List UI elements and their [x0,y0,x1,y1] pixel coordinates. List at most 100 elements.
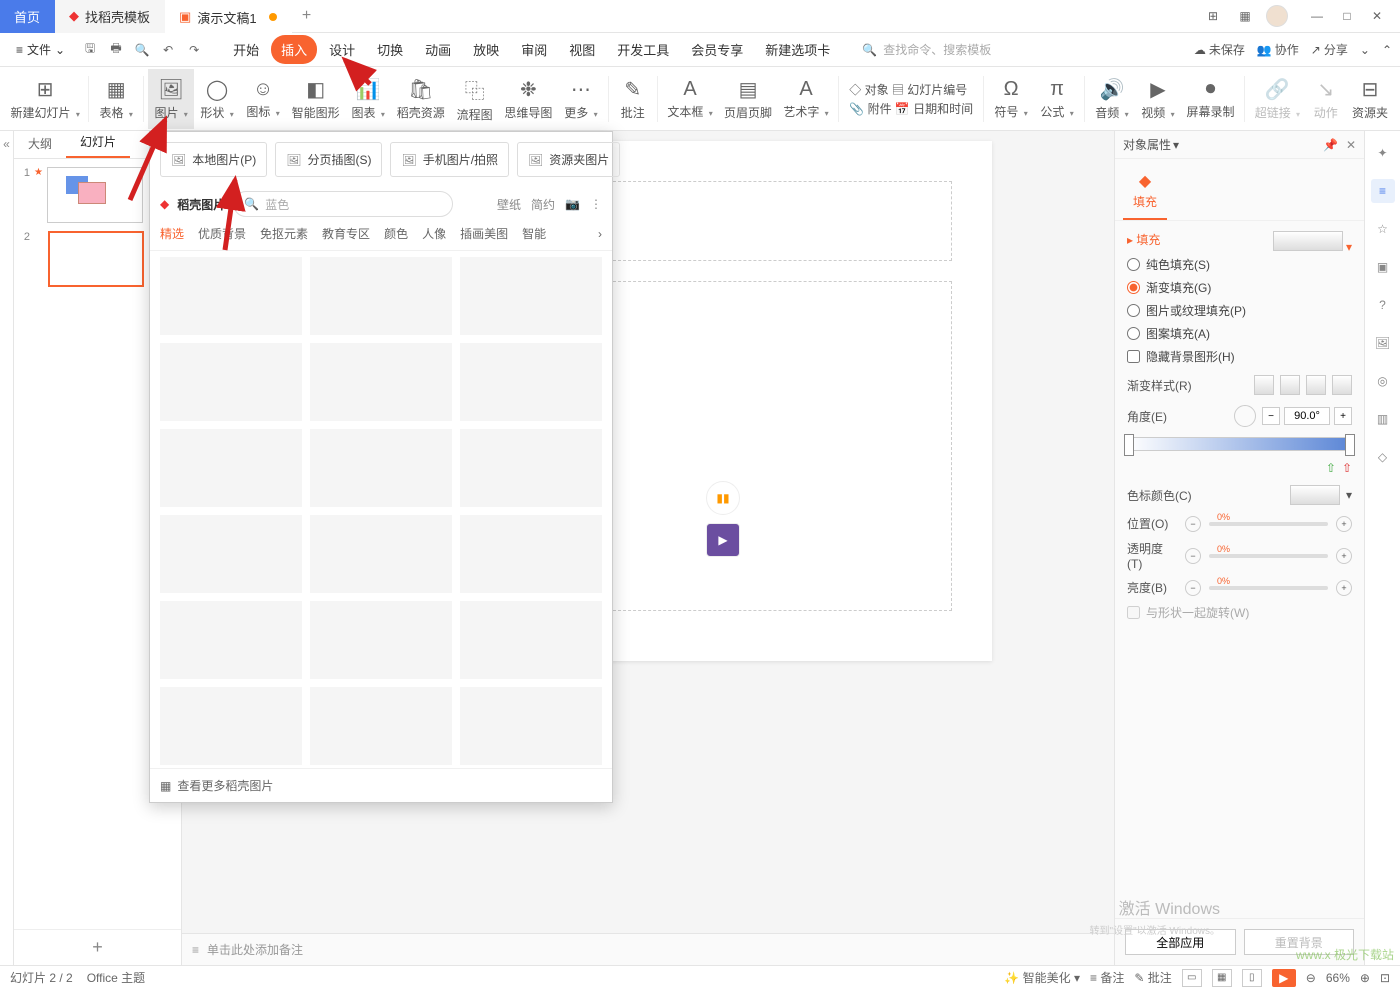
notes-bar[interactable]: ≡ 单击此处添加备注 [182,933,1114,965]
tab-add-button[interactable]: + [292,0,322,33]
camera-icon[interactable]: 📷 [565,197,580,211]
dd-footer-link[interactable]: ▦ 查看更多稻壳图片 [150,768,612,802]
menu-tab-插入[interactable]: 插入 [271,35,317,64]
beautify-button[interactable]: ✨ 智能美化 ▾ [1004,969,1080,986]
grad-sw1[interactable] [1254,375,1274,395]
menu-tab-新建选项卡[interactable]: 新建选项卡 [755,35,840,64]
grad-sw4[interactable] [1332,375,1352,395]
ribbon-flowchart[interactable]: ⿻流程图 [450,69,498,129]
rail-icon-4[interactable]: ▣ [1371,255,1395,279]
ribbon-header-footer[interactable]: ▤页眉页脚 [718,69,777,129]
ribbon-more[interactable]: ⋯更多 ▾ [558,69,604,129]
ribbon-icons[interactable]: ☺图标 ▾ [240,69,286,129]
collab-button[interactable]: 👥 协作 [1257,41,1299,58]
cat-7[interactable]: 智能 [522,225,546,242]
rail-icon-9[interactable]: ◇ [1371,445,1395,469]
angle-inc[interactable]: + [1334,407,1352,425]
add-slide-button[interactable]: + [14,929,181,965]
rail-icon-1[interactable]: ✦ [1371,141,1395,165]
image-cell[interactable] [160,343,302,421]
solid-fill-radio[interactable]: 纯色填充(S) [1127,256,1352,273]
image-cell[interactable] [460,429,602,507]
view-reading[interactable]: ▯ [1242,969,1262,987]
image-cell[interactable] [160,515,302,593]
cat-3[interactable]: 教育专区 [322,225,370,242]
object-button[interactable]: ◇ 对象 ▤ 幻灯片编号 [849,81,973,98]
opt-wallpaper[interactable]: 壁纸 [497,196,521,213]
picture-fill-radio[interactable]: 图片或纹理填充(P) [1127,302,1352,319]
ribbon-action[interactable]: ↘动作 [1306,69,1346,129]
image-cell[interactable] [160,601,302,679]
dd-phone-image[interactable]: 🖼手机图片/拍照 [390,142,509,177]
zoom-out[interactable]: ⊖ [1306,971,1316,985]
rail-icon-6[interactable]: 🖼 [1371,331,1395,355]
print-icon[interactable]: 🖶 [105,39,127,61]
share-button[interactable]: ↗ 分享 [1311,41,1348,58]
add-stop-icon[interactable]: ⇧ [1326,461,1336,475]
menu-tab-切换[interactable]: 切换 [367,35,413,64]
hide-bg-check[interactable]: 隐藏背景图形(H) [1127,348,1352,365]
image-cell[interactable] [310,429,452,507]
fit-button[interactable]: ⊡ [1380,971,1390,985]
attach-button[interactable]: 📎 附件 📅 日期和时间 [849,100,973,117]
ribbon-mindmap[interactable]: ❉思维导图 [499,69,558,129]
image-cell[interactable] [310,515,452,593]
maximize-button[interactable]: □ [1334,3,1360,29]
angle-input[interactable] [1284,407,1330,425]
ribbon-textbox[interactable]: A文本框 ▾ [662,69,719,129]
image-cell[interactable] [160,687,302,765]
slide-thumb-1[interactable] [47,167,143,223]
br-dec[interactable]: − [1185,580,1201,596]
left-collapse[interactable]: « [0,131,14,965]
comments-toggle[interactable]: ✎ 批注 [1134,969,1171,986]
cat-2[interactable]: 免抠元素 [260,225,308,242]
tab-home[interactable]: 首页 [0,0,55,33]
close-button[interactable]: ✕ [1364,3,1390,29]
ribbon-new-slide[interactable]: ⊞新建幻灯片 ▾ [6,69,84,129]
rail-icon-3[interactable]: ☆ [1371,217,1395,241]
pattern-fill-radio[interactable]: 图案填充(A) [1127,325,1352,342]
ribbon-video[interactable]: ▶视频 ▾ [1135,69,1181,129]
pos-inc[interactable]: + [1336,516,1352,532]
image-cell[interactable] [460,257,602,335]
ribbon-comment[interactable]: ✎批注 [613,69,653,129]
command-search[interactable]: 🔍 查找命令、搜索模板 [862,41,992,58]
rail-icon-5[interactable]: ? [1371,293,1395,317]
view-normal[interactable]: ▭ [1182,969,1202,987]
menu-more-icon[interactable]: ⌄ [1360,43,1370,57]
avatar[interactable] [1266,5,1288,27]
op-dec[interactable]: − [1185,548,1201,564]
pin-icon[interactable]: 📌 [1323,138,1338,152]
del-stop-icon[interactable]: ⇧ [1342,461,1352,475]
image-cell[interactable] [310,343,452,421]
cat-0[interactable]: 精选 [160,225,184,242]
menu-tab-视图[interactable]: 视图 [559,35,605,64]
grad-stop-2[interactable] [1345,434,1355,456]
cat-more-icon[interactable]: › [598,227,602,241]
file-menu[interactable]: ≡ 文件 ⌄ [8,37,73,62]
apps-icon[interactable]: ▦ [1234,5,1256,27]
op-inc[interactable]: + [1336,548,1352,564]
image-cell[interactable] [460,601,602,679]
br-inc[interactable]: + [1336,580,1352,596]
gradient-fill-radio[interactable]: 渐变填充(G) [1127,279,1352,296]
more-icon[interactable]: ⋮ [590,197,602,211]
br-slider[interactable]: 0% [1209,586,1328,590]
opt-simple[interactable]: 简约 [531,196,555,213]
image-cell[interactable] [460,515,602,593]
image-cell[interactable] [160,429,302,507]
op-slider[interactable]: 0% [1209,554,1328,558]
save-icon[interactable]: 🖫 [79,39,101,61]
image-cell[interactable] [460,343,602,421]
tab-templates[interactable]: ◆ 找稻壳模板 [55,0,165,33]
image-cell[interactable] [310,601,452,679]
image-cell[interactable] [160,257,302,335]
minimize-button[interactable]: ― [1304,3,1330,29]
menu-tab-放映[interactable]: 放映 [463,35,509,64]
menu-tab-开发工具[interactable]: 开发工具 [607,35,679,64]
menu-collapse-icon[interactable]: ⌃ [1382,43,1392,57]
cat-1[interactable]: 优质背景 [198,225,246,242]
slideshow-button[interactable]: ▶ [1272,969,1296,987]
menu-tab-审阅[interactable]: 审阅 [511,35,557,64]
menu-tab-动画[interactable]: 动画 [415,35,461,64]
